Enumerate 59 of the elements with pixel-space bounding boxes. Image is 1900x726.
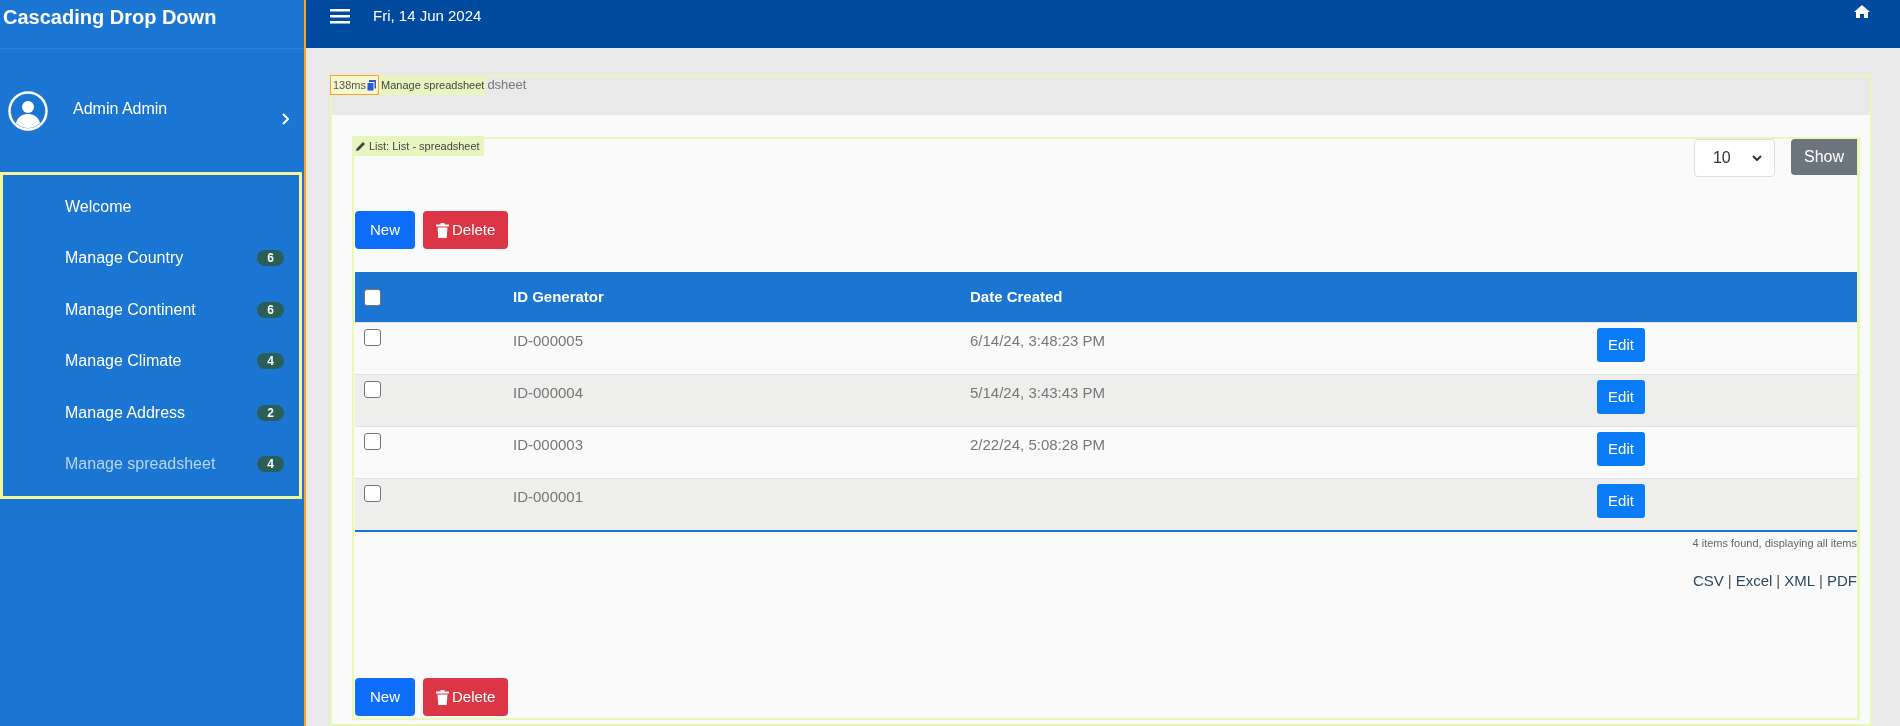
delete-button[interactable]: Delete [423, 211, 509, 249]
table-cell: 2/22/24, 5:08:28 PM [970, 436, 1106, 453]
current-date: Fri, 14 Jun 2024 [373, 6, 483, 26]
nav-item[interactable]: Manage Country 6 [3, 232, 299, 284]
home-icon[interactable] [1854, 5, 1870, 18]
export-link[interactable]: XML [1784, 569, 1816, 592]
count-badge: 4 [257, 456, 284, 473]
table-cell: 6/14/24, 3:48:23 PM [970, 332, 1106, 349]
delete-button[interactable]: Delete [423, 678, 509, 716]
edit-button[interactable]: Edit [1597, 380, 1645, 414]
table-cell: 5/14/24, 3:43:43 PM [970, 384, 1106, 401]
separator: | [1727, 570, 1732, 591]
trash-icon [436, 689, 449, 705]
checkbox[interactable] [364, 485, 381, 502]
checkbox[interactable] [364, 288, 381, 306]
column-header[interactable]: ID Generator [513, 287, 604, 305]
edit-button[interactable]: Edit [1597, 484, 1645, 518]
nav-item[interactable]: Manage spreadsheet 4 [3, 438, 299, 490]
breadcrumb: dsheet [487, 76, 527, 95]
edit-button[interactable]: Edit [1597, 328, 1645, 362]
separator: | [1776, 570, 1781, 591]
nav-item[interactable]: Manage Address 2 [3, 387, 299, 439]
nav-item[interactable]: Manage Continent 6 [3, 284, 299, 336]
new-button[interactable]: New [355, 211, 415, 249]
table-cell: ID-000003 [513, 436, 584, 453]
checkbox[interactable] [364, 329, 381, 346]
nav-item[interactable]: Welcome [3, 181, 299, 233]
timing-tag: 138ms [330, 75, 380, 95]
table-cell: ID-000005 [513, 332, 584, 349]
export-link[interactable]: CSV [1692, 569, 1724, 592]
count-badge: 6 [257, 250, 284, 267]
count-badge: 2 [257, 404, 284, 421]
separator: | [1819, 570, 1823, 591]
nav-item[interactable]: Manage Climate 4 [3, 335, 299, 387]
caret-icon [1751, 155, 1762, 161]
copy-icon[interactable] [367, 79, 377, 91]
trash-icon [436, 222, 449, 238]
count-badge: 4 [257, 353, 284, 370]
checkbox[interactable] [364, 433, 381, 450]
table-cell: ID-000001 [513, 488, 584, 505]
app-title: Cascading Drop Down [3, 6, 217, 28]
edit-button[interactable]: Edit [1597, 432, 1645, 466]
count-badge: 6 [257, 301, 284, 318]
new-button[interactable]: New [355, 678, 415, 716]
checkbox[interactable] [364, 381, 381, 398]
user-avatar-icon [8, 90, 48, 131]
table-cell: ID-000004 [513, 384, 584, 401]
page-tag: Manage spreadsheet [379, 75, 487, 95]
column-header[interactable]: Date Created [970, 287, 1063, 305]
menu-icon[interactable] [330, 9, 350, 24]
page-size-select[interactable]: 10 [1693, 139, 1775, 177]
user-name: Admin Admin [73, 98, 168, 119]
chevron-right-icon[interactable] [281, 113, 289, 125]
pencil-icon [356, 141, 366, 151]
export-link[interactable]: Excel [1735, 569, 1773, 592]
list-tag: List: List - spreadsheet [352, 136, 484, 156]
show-button[interactable]: Show [1790, 139, 1857, 175]
export-link[interactable]: PDF [1827, 569, 1857, 592]
result-summary: 4 items found, displaying all items [1692, 536, 1857, 551]
